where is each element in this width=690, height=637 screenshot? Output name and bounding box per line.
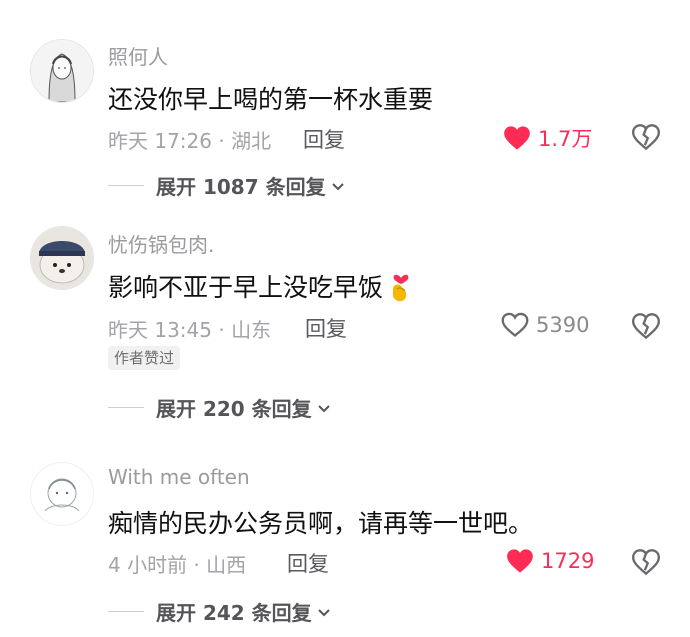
broken-heart-icon <box>631 549 661 576</box>
reply-button[interactable]: 回复 <box>305 313 347 343</box>
expand-replies[interactable]: 展开 242 条回复 <box>108 597 332 626</box>
comment-text: 影响不亚于早上没吃早饭 <box>108 268 415 304</box>
finger-heart-emoji <box>393 274 409 302</box>
avatar[interactable] <box>30 462 94 526</box>
chevron-down-icon <box>317 404 330 412</box>
dislike-button[interactable] <box>631 312 661 340</box>
reply-button[interactable]: 回复 <box>287 548 329 578</box>
divider <box>108 407 144 408</box>
heart-icon <box>501 312 529 337</box>
divider <box>108 611 144 612</box>
chevron-down-icon <box>317 608 330 616</box>
expand-label: 展开 242 条回复 <box>156 601 312 625</box>
like-count: 5390 <box>536 313 590 337</box>
expand-label: 展开 220 条回复 <box>156 397 312 421</box>
comment-text: 痴情的民办公务员啊，请再等一世吧。 <box>108 509 534 538</box>
like-button[interactable]: 5390 <box>501 312 589 338</box>
username[interactable]: 忧伤锅包肉. <box>108 229 214 258</box>
dislike-button[interactable] <box>631 548 661 576</box>
heart-icon <box>507 549 533 573</box>
avatar[interactable] <box>30 226 94 290</box>
like-button[interactable]: 1729 <box>506 548 594 574</box>
expand-replies[interactable]: 展开 220 条回复 <box>108 393 332 422</box>
comment-meta: 4 小时前 · 山西 <box>108 553 247 577</box>
like-count: 1729 <box>541 549 595 573</box>
comment-item: With me often 痴情的民办公务员啊，请再等一世吧。 4 小时前 · … <box>0 0 690 625</box>
broken-heart-icon <box>631 313 661 340</box>
username[interactable]: With me often <box>108 465 250 489</box>
author-liked-badge: 作者赞过 <box>108 346 181 370</box>
comment-meta: 昨天 13:45 · 山东 <box>108 318 272 342</box>
